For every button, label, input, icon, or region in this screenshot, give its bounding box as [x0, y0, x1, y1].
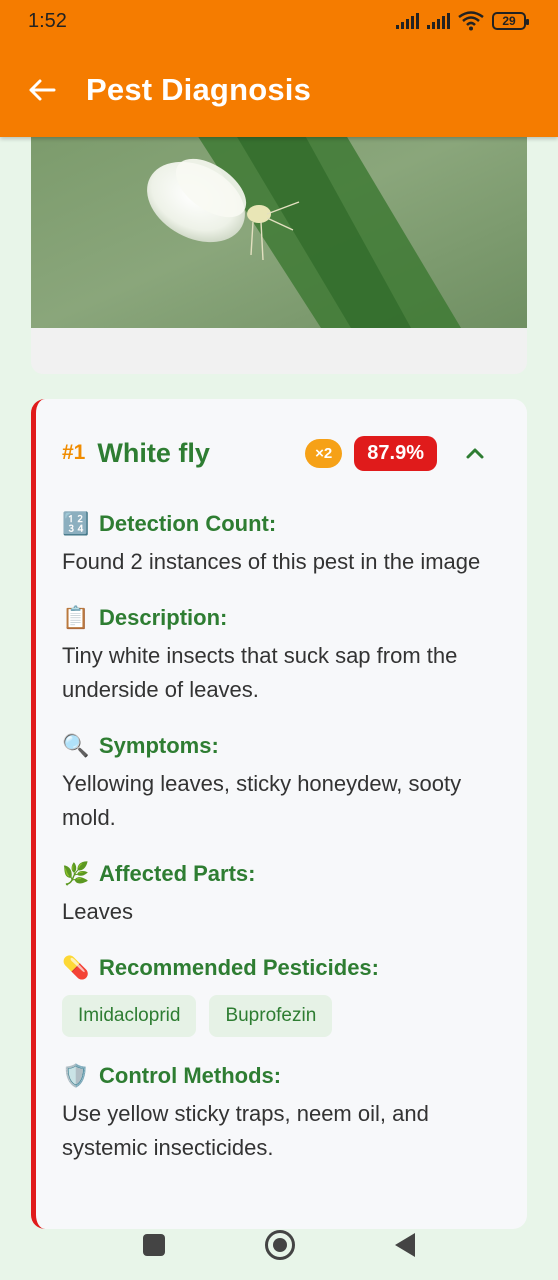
section-control-methods: 🛡️ Control Methods: Use yellow sticky tr…	[62, 1059, 501, 1165]
section-title: Control Methods:	[99, 1063, 282, 1088]
pesticide-chip[interactable]: Imidacloprid	[62, 995, 197, 1037]
herb-icon: 🌿	[62, 861, 90, 886]
pest-name: White fly	[97, 437, 210, 468]
pest-photo	[31, 110, 527, 328]
rank-label: #1	[62, 441, 86, 464]
result-header[interactable]: #1 White fly ×2 87.9%	[62, 399, 501, 507]
section-title: Symptoms:	[99, 733, 219, 758]
chevron-up-icon[interactable]	[463, 441, 487, 465]
numbers-icon: 🔢	[62, 511, 90, 536]
recents-button[interactable]	[143, 1234, 165, 1256]
pest-image-card	[31, 110, 527, 374]
wifi-icon	[458, 11, 484, 31]
section-text: Use yellow sticky traps, neem oil, and s…	[62, 1101, 429, 1160]
clipboard-icon: 📋	[62, 605, 90, 630]
magnifier-icon: 🔍	[62, 733, 90, 758]
section-symptoms: 🔍 Symptoms: Yellowing leaves, sticky hon…	[62, 729, 501, 835]
status-bar: 1:52 29	[0, 0, 558, 42]
arrow-left-icon[interactable]	[26, 74, 58, 106]
section-text: Yellowing leaves, sticky honeydew, sooty…	[62, 771, 462, 830]
section-title: Recommended Pesticides:	[99, 955, 379, 980]
system-nav-bar	[0, 1210, 558, 1280]
section-title: Description:	[99, 605, 228, 630]
section-text: Tiny white insects that suck sap from th…	[62, 643, 458, 702]
shield-icon: 🛡️	[62, 1063, 90, 1088]
section-pesticides: 💊 Recommended Pesticides: Imidacloprid B…	[62, 951, 501, 1037]
pill-icon: 💊	[62, 955, 90, 980]
signal-icon	[396, 13, 419, 29]
section-title: Affected Parts:	[99, 861, 256, 886]
section-text: Found 2 instances of this pest in the im…	[62, 549, 481, 574]
confidence-badge: 87.9%	[354, 435, 437, 471]
section-title: Detection Count:	[99, 511, 277, 536]
section-detection-count: 🔢 Detection Count: Found 2 instances of …	[62, 507, 501, 579]
section-affected-parts: 🌿 Affected Parts: Leaves	[62, 857, 501, 929]
app-bar: 1:52 29 Pest Diagnosis	[0, 0, 558, 137]
pest-result-card: #1 White fly ×2 87.9% 🔢 Detection Count:…	[31, 399, 527, 1229]
section-description: 📋 Description: Tiny white insects that s…	[62, 601, 501, 707]
page-title: Pest Diagnosis	[86, 71, 312, 107]
pesticide-chip[interactable]: Buprofezin	[209, 995, 333, 1037]
toolbar: Pest Diagnosis	[0, 42, 558, 137]
count-badge: ×2	[305, 438, 343, 468]
battery-icon: 29	[492, 12, 529, 30]
status-time: 1:52	[28, 9, 67, 32]
home-button[interactable]	[265, 1230, 295, 1260]
back-triangle-button[interactable]	[395, 1233, 415, 1257]
signal-icon	[427, 13, 450, 29]
pesticide-chips: Imidacloprid Buprofezin	[62, 995, 501, 1037]
status-icons: 29	[396, 11, 529, 31]
section-text: Leaves	[62, 899, 133, 924]
